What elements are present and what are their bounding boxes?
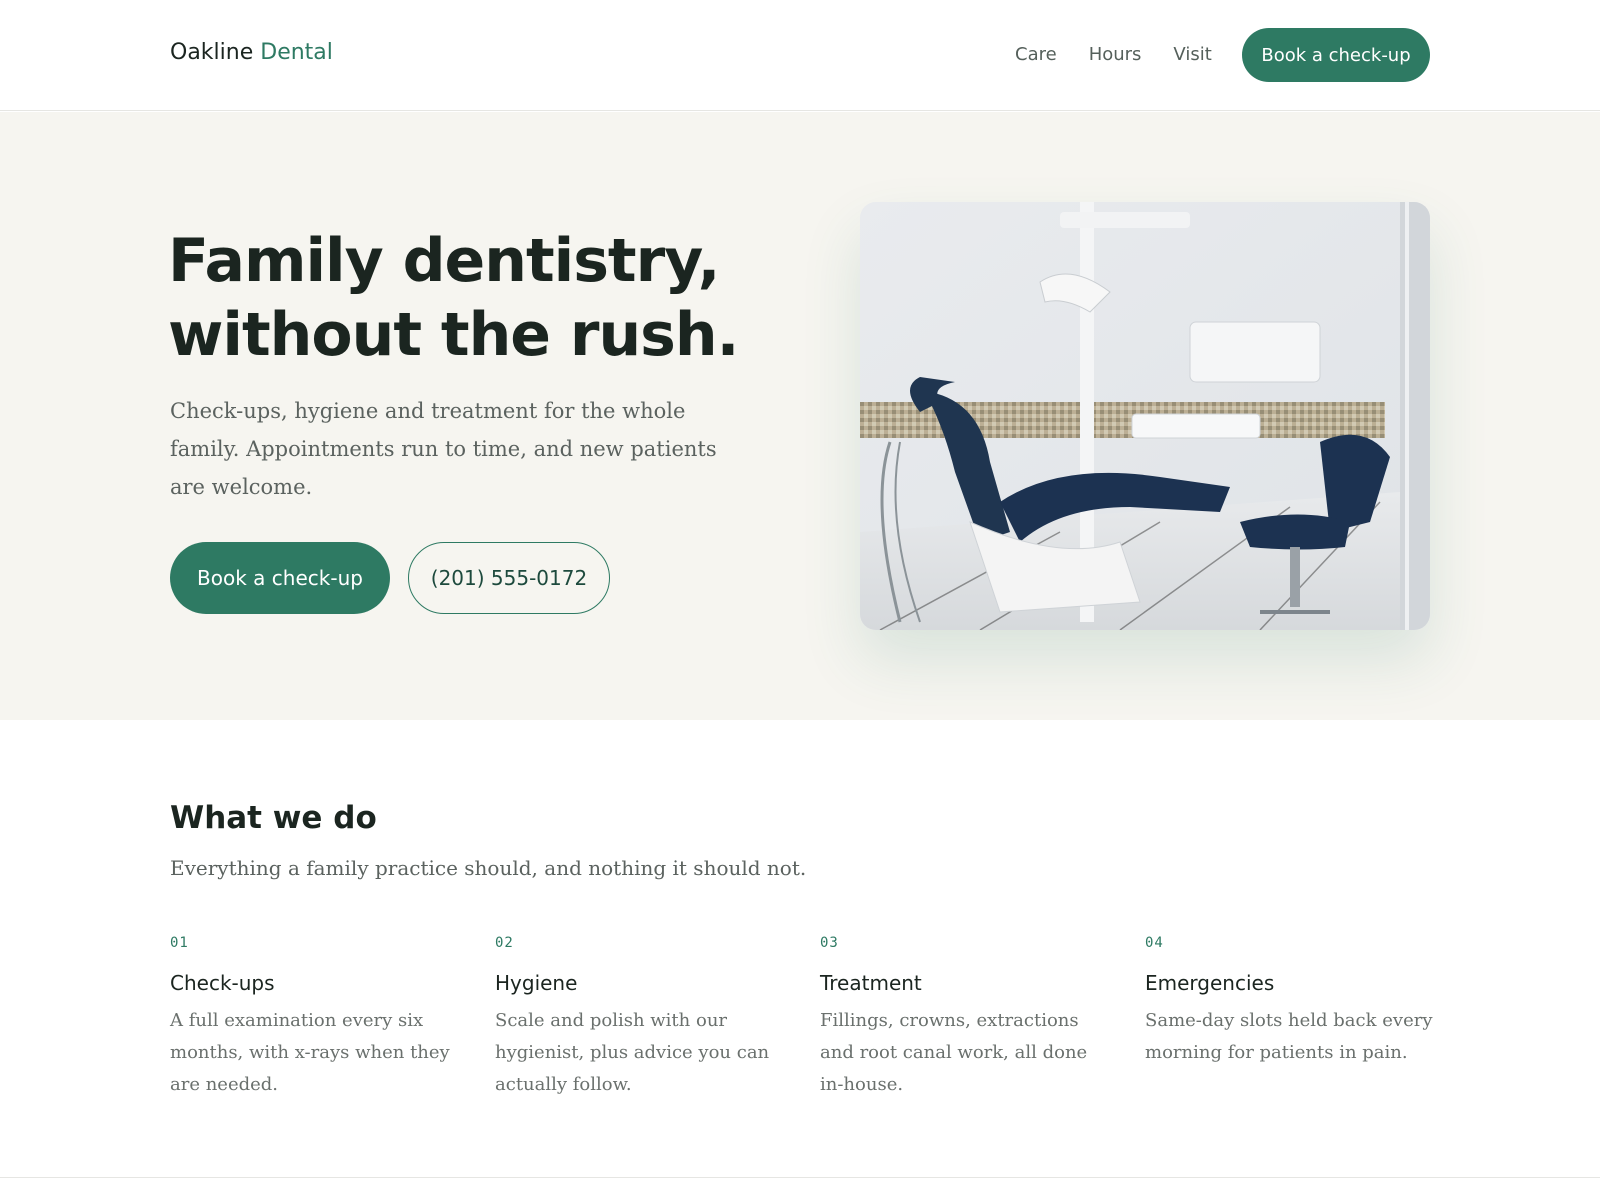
service-name: Hygiene: [495, 971, 578, 995]
nav-hours[interactable]: Hours: [1089, 44, 1142, 65]
service-description: A full examination every six months, wit…: [170, 1010, 450, 1095]
service-description: Fillings, crowns, extractions and root c…: [820, 1010, 1088, 1095]
site-header: Oakline Dental Care Hours Visit Book a c…: [0, 0, 1600, 111]
nav-visit[interactable]: Visit: [1173, 44, 1211, 65]
dental-room-image: [860, 202, 1430, 630]
service-description: Scale and polish with our hygienist, plu…: [495, 1010, 770, 1095]
hero-title-line-2: without the rush.: [168, 300, 739, 370]
nav-care[interactable]: Care: [1015, 44, 1057, 65]
hero-section: Family dentistry, without the rush. Chec…: [0, 112, 1600, 720]
service-emergencies: 04 Emergencies Same-day slots held back …: [1145, 935, 1435, 1069]
header-book-button[interactable]: Book a check-up: [1242, 28, 1430, 82]
site-logo[interactable]: Oakline Dental: [170, 40, 333, 65]
service-name: Check-ups: [170, 971, 275, 995]
services-title: What we do: [170, 800, 377, 836]
service-name: Emergencies: [1145, 971, 1275, 995]
service-name: Treatment: [820, 971, 922, 995]
service-number: 03: [820, 935, 839, 951]
service-description: Same-day slots held back every morning f…: [1145, 1010, 1433, 1063]
logo-accent: Dental: [260, 40, 333, 65]
hero-subtitle: Check-ups, hygiene and treatment for the…: [170, 399, 717, 499]
section-divider: [0, 1177, 1600, 1178]
service-treatment: 03 Treatment Fillings, crowns, extractio…: [820, 935, 1110, 1101]
service-number: 01: [170, 935, 189, 951]
service-hygiene: 02 Hygiene Scale and polish with our hyg…: [495, 935, 785, 1101]
hero-title-line-1: Family dentistry,: [168, 226, 720, 296]
hero-book-button[interactable]: Book a check-up: [170, 542, 390, 614]
hero-title: Family dentistry, without the rush.: [168, 224, 808, 372]
logo-primary: Oakline: [170, 40, 254, 65]
phone-button[interactable]: (201) 555-0172: [408, 542, 610, 614]
services-subtitle: Everything a family practice should, and…: [170, 856, 807, 880]
main-nav: Care Hours Visit: [1015, 44, 1212, 65]
service-number: 04: [1145, 935, 1164, 951]
service-number: 02: [495, 935, 514, 951]
service-checkups: 01 Check-ups A full examination every si…: [170, 935, 460, 1101]
